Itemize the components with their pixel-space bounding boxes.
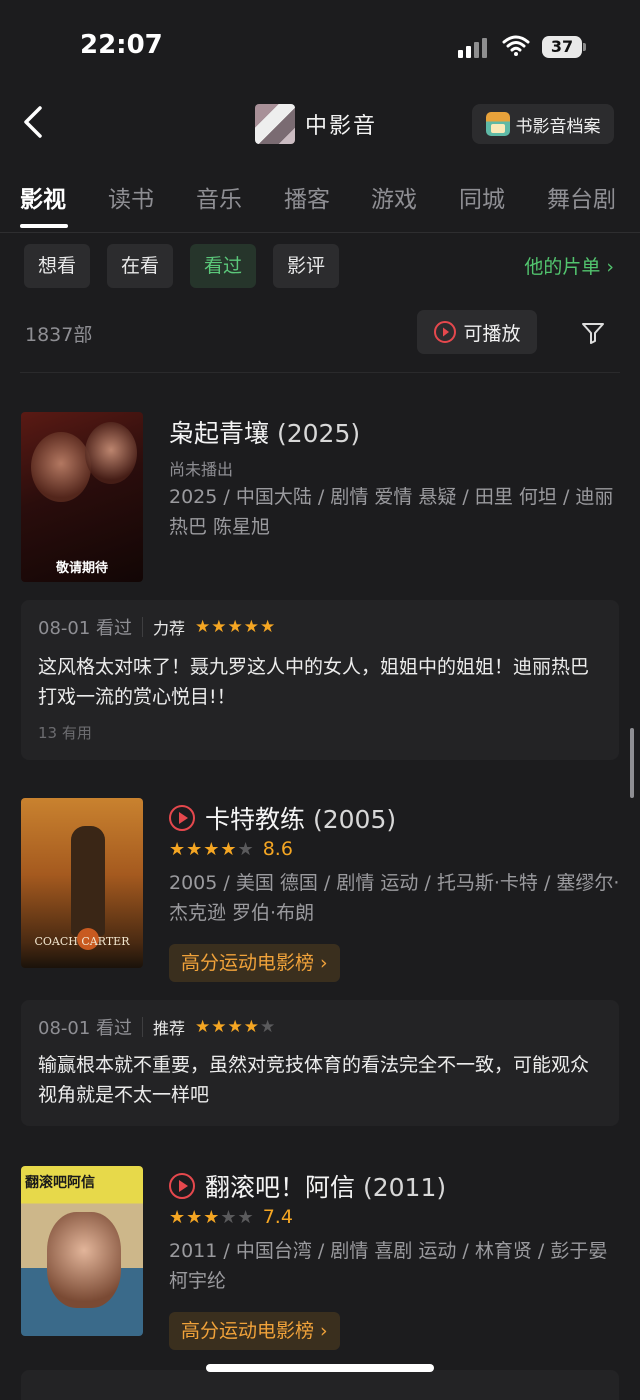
tab-books[interactable]: 读书 <box>108 180 154 214</box>
tab-podcast[interactable]: 播客 <box>284 180 330 214</box>
poster-caption: COACH CARTER <box>34 935 130 948</box>
playable-filter-button[interactable]: 可播放 <box>417 310 537 354</box>
tab-local[interactable]: 同城 <box>459 180 505 214</box>
review-date: 08-01 看过 <box>38 618 133 639</box>
scrollbar[interactable] <box>630 728 634 798</box>
tab-movies-tv[interactable]: 影视 <box>20 180 66 214</box>
rating-score: 8.6 <box>262 838 293 860</box>
item-title-text: 枭起青壤 <box>169 419 270 448</box>
category-tabs: 影视 读书 音乐 播客 游戏 同城 舞台剧 <box>0 176 640 233</box>
back-arrow-icon[interactable] <box>18 102 48 142</box>
wifi-icon <box>502 35 530 56</box>
divider <box>20 372 620 373</box>
poster-caption: 翻滚吧阿信 <box>25 1175 95 1191</box>
play-icon <box>169 1173 195 1199</box>
review-text: 输赢根本就不重要，虽然对竞技体育的看法完全不一致，可能观众视角就是不太一样吧 <box>38 1054 590 1106</box>
battery-cap <box>583 43 586 51</box>
avatar <box>255 104 295 144</box>
item-title-text: 卡特教练 <box>205 805 306 834</box>
item-year: (2025) <box>276 419 361 448</box>
review-header: 08-01 看过 推荐 ★★★★★ <box>38 1014 276 1040</box>
review-stars: ★★★★★ <box>195 617 277 637</box>
poster-image[interactable]: COACH CARTER <box>21 798 143 968</box>
review-header: 08-01 看过 力荐 ★★★★★ <box>38 614 276 640</box>
rank-badge[interactable]: 高分运动电影榜 › <box>169 944 340 982</box>
battery-indicator: 37 <box>542 36 582 58</box>
item-year: (2011) <box>362 1173 447 1202</box>
playable-filter-label: 可播放 <box>463 322 521 345</box>
item-title[interactable]: 卡特教练 (2005) <box>169 800 396 836</box>
poster-image[interactable]: 敬请期待 <box>21 412 143 582</box>
his-lists-link[interactable]: 他的片单 › <box>524 252 614 279</box>
signal-icon <box>458 36 490 58</box>
play-icon <box>169 805 195 831</box>
status-time: 22:07 <box>80 30 163 60</box>
release-status: 尚未播出 <box>169 460 234 479</box>
tab-games[interactable]: 游戏 <box>371 180 417 214</box>
next-review-card[interactable] <box>21 1370 619 1400</box>
poster-caption: 敬请期待 <box>55 561 108 576</box>
rating-stars: ★★★★★ <box>169 1206 255 1228</box>
count-bar: 1837部 可播放 <box>0 308 640 358</box>
review-text: 这风格太对味了！聂九罗这人中的女人，姐姐中的姐姐！迪丽热巴打戏一流的赏心悦目!！ <box>38 656 590 708</box>
active-tab-indicator <box>20 224 68 228</box>
play-circle-icon <box>434 321 457 343</box>
review-card[interactable]: 08-01 看过 力荐 ★★★★★ 这风格太对味了！聂九罗这人中的女人，姐姐中的… <box>21 600 619 760</box>
archive-button[interactable]: 书影音档案 <box>472 104 614 144</box>
status-bar: 22:07 37 <box>0 0 640 90</box>
item-info: 2025 / 中国大陆 / 剧情 爱情 悬疑 / 田里 何坦 / 迪丽热巴 陈星… <box>169 486 614 538</box>
review-card[interactable]: 08-01 看过 推荐 ★★★★★ 输赢根本就不重要，虽然对竞技体育的看法完全不… <box>21 1000 619 1126</box>
chip-reviews[interactable]: 影评 <box>273 244 340 288</box>
item-title-text: 翻滚吧！阿信 <box>205 1173 356 1202</box>
nav-bar: 中影音 书影音档案 <box>0 92 640 156</box>
tab-stage[interactable]: 舞台剧 <box>547 180 616 214</box>
archive-button-label: 书影音档案 <box>515 116 601 137</box>
review-recommend: 推荐 <box>153 1019 186 1038</box>
item-info: 2005 / 美国 德国 / 剧情 运动 / 托马斯·卡特 / 塞缪尔·杰克逊 … <box>169 872 620 924</box>
user-name: 中影音 <box>305 114 378 139</box>
poster-image[interactable]: 翻滚吧阿信 <box>21 1166 143 1336</box>
review-useful-count[interactable]: 13 有用 <box>38 722 92 743</box>
rating-stars: ★★★★★ <box>169 838 255 860</box>
tab-music[interactable]: 音乐 <box>196 180 242 214</box>
chip-want-to-watch[interactable]: 想看 <box>24 244 91 288</box>
review-stars: ★★★★★ <box>195 1017 277 1037</box>
item-rating: ★★★★★ 8.6 <box>169 838 293 860</box>
profile-header[interactable]: 中影音 <box>255 104 377 144</box>
chip-watching[interactable]: 在看 <box>107 244 174 288</box>
item-count: 1837部 <box>25 324 93 346</box>
rating-score: 7.4 <box>262 1206 293 1228</box>
home-indicator[interactable] <box>206 1364 434 1372</box>
rank-badge[interactable]: 高分运动电影榜 › <box>169 1312 340 1350</box>
item-rating: ★★★★★ 7.4 <box>169 1206 293 1228</box>
item-year: (2005) <box>312 805 397 834</box>
filter-bar: 想看 在看 看过 影评 他的片单 › <box>0 244 640 290</box>
filter-icon[interactable] <box>580 320 606 346</box>
item-title[interactable]: 枭起青壤 (2025) <box>169 414 360 450</box>
review-date: 08-01 看过 <box>38 1018 133 1039</box>
item-title[interactable]: 翻滚吧！阿信 (2011) <box>169 1168 446 1204</box>
item-info: 2011 / 中国台湾 / 剧情 喜剧 运动 / 林育贤 / 彭于晏 柯宇纶 <box>169 1240 608 1292</box>
archive-icon <box>485 112 510 136</box>
chip-watched[interactable]: 看过 <box>190 244 257 288</box>
review-recommend: 力荐 <box>153 619 186 638</box>
